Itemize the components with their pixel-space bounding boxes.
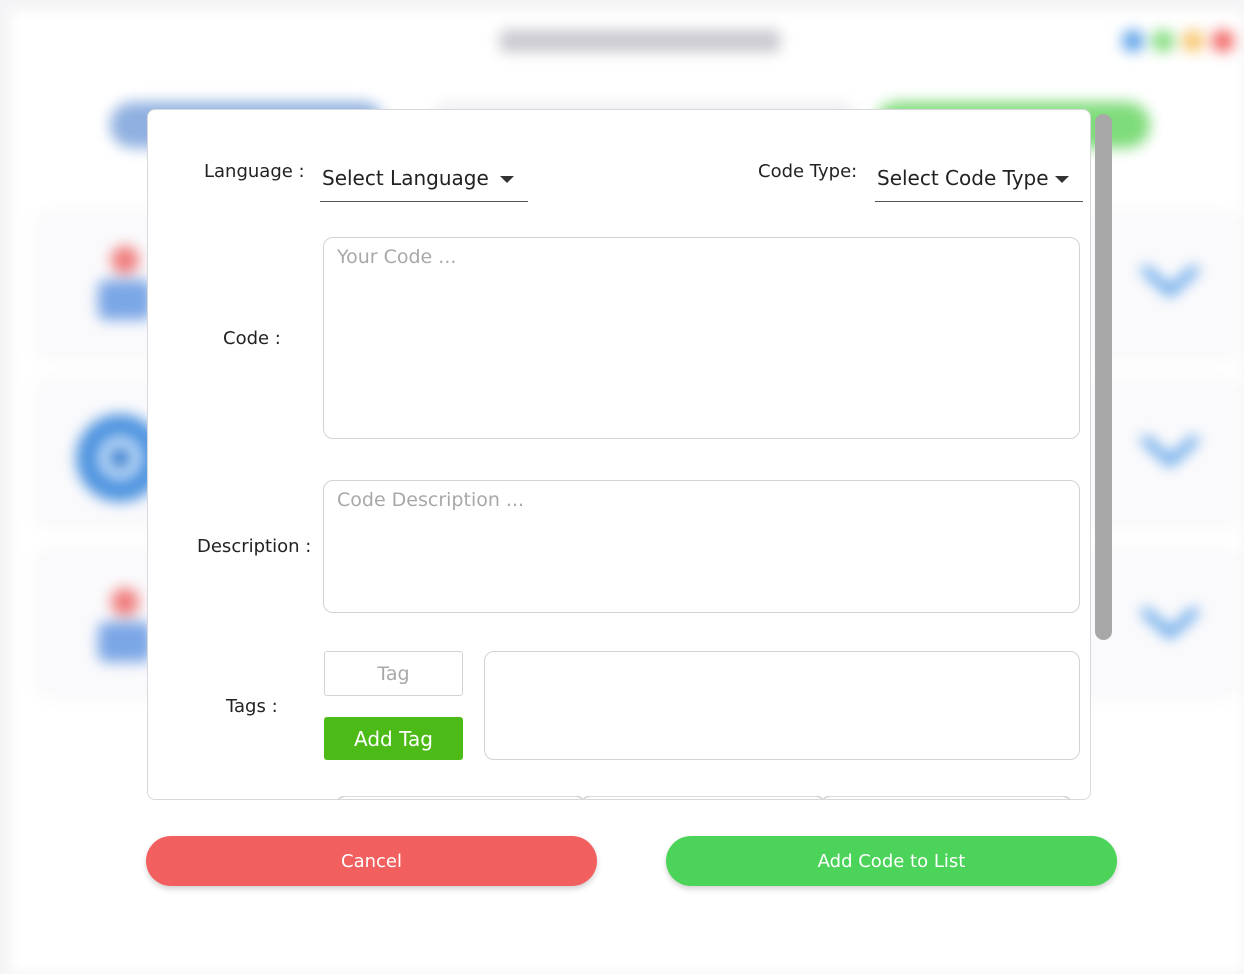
cancel-button[interactable]: Cancel — [146, 836, 597, 886]
background-window-button — [1212, 30, 1234, 52]
code-type-label: Code Type: — [758, 161, 858, 182]
description-input[interactable] — [323, 480, 1080, 613]
chevron-down-icon — [1141, 435, 1199, 467]
tags-list-box — [484, 651, 1080, 760]
language-dropdown-value: Select Language — [322, 166, 489, 190]
code-type-dropdown-value: Select Code Type — [877, 166, 1049, 190]
language-dropdown[interactable]: Select Language — [320, 158, 528, 202]
tag-input[interactable] — [324, 651, 463, 696]
caret-down-icon — [1055, 176, 1069, 183]
background-window-button — [1122, 30, 1144, 52]
add-code-to-list-button[interactable]: Add Code to List — [666, 836, 1117, 886]
code-type-dropdown[interactable]: Select Code Type — [875, 158, 1083, 202]
code-label: Code : — [223, 328, 281, 349]
background-window-button — [1152, 30, 1174, 52]
tags-label: Tags : — [226, 696, 278, 717]
chevron-down-icon — [1141, 265, 1199, 297]
language-label: Language : — [204, 161, 305, 182]
background-window-button — [1182, 30, 1204, 52]
next-field-edge — [338, 796, 1070, 799]
chevron-down-icon — [1141, 607, 1199, 639]
description-label: Description : — [197, 536, 312, 557]
caret-down-icon — [500, 176, 514, 183]
background-window-title — [500, 30, 780, 52]
add-code-dialog: Language : Select Language Code Type: Se… — [147, 109, 1091, 800]
add-tag-button[interactable]: Add Tag — [324, 717, 463, 760]
dialog-scrollbar-thumb[interactable] — [1095, 114, 1112, 640]
code-input[interactable] — [323, 237, 1080, 439]
